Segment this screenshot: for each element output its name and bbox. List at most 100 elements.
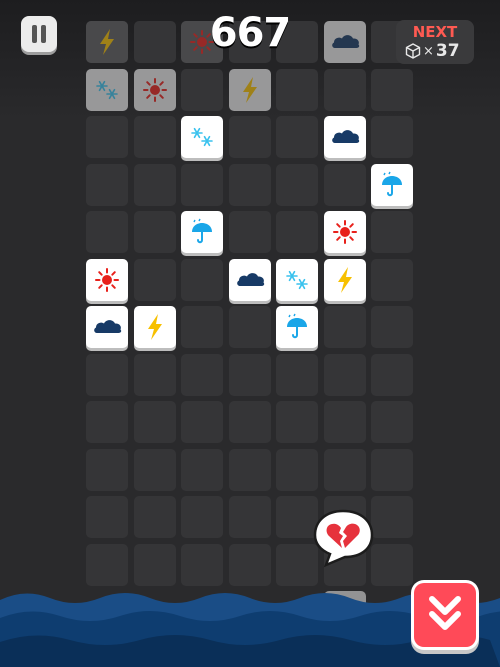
board-cell — [371, 258, 413, 301]
cube-icon — [405, 43, 421, 59]
board-cell — [371, 353, 413, 396]
board-cell — [133, 401, 176, 443]
board-cell — [133, 496, 176, 538]
bolt-tile[interactable] — [86, 21, 128, 63]
board-cell — [86, 353, 128, 396]
rain-tile[interactable] — [276, 306, 318, 348]
board-cell — [228, 116, 271, 158]
board-cell — [228, 448, 271, 491]
drop-button[interactable] — [414, 583, 476, 647]
board-cell — [133, 21, 176, 63]
board-cell — [371, 116, 413, 158]
board-cell — [86, 163, 128, 206]
snow-icon — [191, 127, 213, 147]
sun-icon — [95, 267, 119, 292]
board-cell — [133, 211, 176, 253]
cloud-icon — [94, 320, 122, 333]
board-cell — [228, 496, 271, 538]
board-cell — [133, 116, 176, 158]
next-panel: NEXT × 37 — [396, 20, 474, 64]
bolt-icon — [337, 266, 352, 293]
board-cell — [371, 401, 413, 443]
board-cell — [323, 401, 366, 443]
pause-button[interactable] — [21, 16, 57, 52]
board-cell — [133, 353, 176, 396]
board-cell — [323, 163, 366, 206]
board-cell — [323, 353, 366, 396]
board-cell — [276, 353, 318, 396]
broken-heart-bubble — [313, 509, 374, 568]
board-cell — [86, 116, 128, 158]
game-screen: 667 NEXT × 37 — [0, 0, 500, 667]
board-cell — [86, 448, 128, 491]
rain-icon — [287, 313, 307, 339]
sun-tile[interactable] — [323, 211, 366, 253]
cloud-icon — [331, 130, 359, 143]
bolt-tile[interactable] — [323, 258, 366, 301]
board-cell — [228, 211, 271, 253]
board-cell — [86, 496, 128, 538]
cloud-tile[interactable] — [323, 21, 366, 63]
board-cell — [276, 211, 318, 253]
board-cell — [371, 448, 413, 491]
board-cell — [181, 448, 223, 491]
board-cell — [86, 211, 128, 253]
snow-tile[interactable] — [181, 116, 223, 158]
snow-icon — [96, 80, 118, 99]
sun-tile[interactable] — [133, 68, 176, 111]
double-chevron-down-icon — [429, 596, 461, 630]
board-cell — [276, 68, 318, 111]
snow-tile[interactable] — [276, 258, 318, 301]
cloud-tile[interactable] — [228, 258, 271, 301]
board-cell — [181, 306, 223, 348]
bolt-icon — [100, 29, 114, 55]
rain-icon — [192, 218, 212, 244]
next-row: × 37 — [405, 41, 460, 61]
board-cell — [181, 163, 223, 206]
bolt-tile[interactable] — [228, 68, 271, 111]
board-cell — [181, 68, 223, 111]
board-cell — [323, 68, 366, 111]
board-cell — [371, 496, 413, 538]
board-cell — [181, 353, 223, 396]
board-cell — [228, 401, 271, 443]
board-cell — [276, 163, 318, 206]
bolt-tile[interactable] — [133, 306, 176, 348]
next-multiplier: × — [423, 43, 434, 59]
rain-tile[interactable] — [181, 211, 223, 253]
score-display: 667 — [209, 10, 292, 56]
sun-tile[interactable] — [86, 258, 128, 301]
cloud-icon — [331, 35, 359, 48]
rain-icon — [382, 171, 402, 196]
board-cell — [181, 496, 223, 538]
board-cell — [181, 258, 223, 301]
board-cell — [323, 306, 366, 348]
board-cell — [133, 163, 176, 206]
board-cell — [276, 116, 318, 158]
board-cell — [228, 353, 271, 396]
board-cell — [371, 306, 413, 348]
board-cell — [181, 401, 223, 443]
board-cell — [371, 68, 413, 111]
cloud-tile[interactable] — [86, 306, 128, 348]
cloud-icon — [236, 272, 264, 286]
snow-icon — [286, 270, 308, 289]
board-cell — [228, 163, 271, 206]
board-cell — [371, 211, 413, 253]
board-cell — [276, 401, 318, 443]
snow-tile[interactable] — [86, 68, 128, 111]
next-count: 37 — [435, 41, 460, 61]
next-label: NEXT — [412, 23, 458, 41]
bolt-icon — [147, 314, 162, 340]
board-cell — [276, 448, 318, 491]
sun-icon — [142, 77, 167, 102]
board-cell — [228, 306, 271, 348]
rain-tile[interactable] — [371, 163, 413, 206]
board-cell — [133, 258, 176, 301]
board-cell — [133, 448, 176, 491]
cloud-tile[interactable] — [323, 116, 366, 158]
board-cell — [323, 448, 366, 491]
bolt-icon — [242, 76, 257, 103]
sun-icon — [332, 220, 357, 244]
board-cell — [86, 401, 128, 443]
